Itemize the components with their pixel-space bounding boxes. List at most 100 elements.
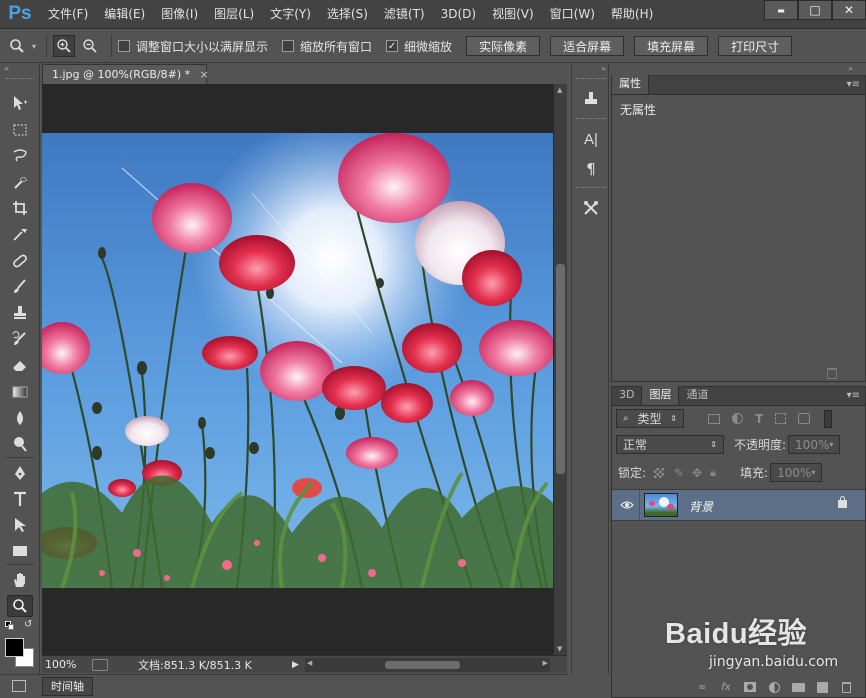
paragraph-panel-icon[interactable]: ¶ (578, 157, 604, 181)
gradient-tool-icon[interactable] (7, 381, 33, 403)
zoom-level-field[interactable]: 100% (42, 658, 92, 671)
zoom-tool-active-icon[interactable] (7, 595, 33, 617)
delete-layer-icon[interactable] (839, 680, 853, 694)
add-mask-icon[interactable] (743, 680, 757, 694)
zoom-in-icon[interactable] (53, 35, 76, 57)
fit-screen-button[interactable]: 适合屏幕 (550, 36, 625, 56)
link-layers-icon[interactable]: ∞ (695, 680, 709, 694)
swap-colors-icon[interactable]: ↺ (24, 619, 32, 630)
healing-brush-tool-icon[interactable] (7, 250, 33, 272)
adjustment-filter-icon[interactable] (732, 413, 743, 424)
zoom-all-windows-checkbox[interactable]: 缩放所有窗口 (282, 38, 372, 55)
zoom-out-icon[interactable] (79, 35, 101, 57)
checkbox-box[interactable] (118, 40, 131, 52)
layer-row[interactable]: 背景 (612, 489, 865, 521)
new-layer-icon[interactable] (815, 680, 829, 694)
smart-object-filter-icon[interactable] (798, 413, 811, 424)
tool-preset-arrow-icon[interactable]: ▾ (32, 42, 36, 51)
tab-properties[interactable]: 属性 (612, 75, 649, 94)
maximize-button[interactable]: □ (798, 0, 832, 20)
trash-icon[interactable] (827, 368, 837, 379)
blend-mode-select[interactable]: 正常 ⇕ (616, 435, 724, 454)
character-panel-icon[interactable]: A| (578, 127, 604, 151)
type-filter-icon[interactable]: T (755, 412, 763, 426)
menu-view[interactable]: 视图(V) (484, 0, 542, 29)
status-menu-arrow-icon[interactable]: ▶ (292, 660, 299, 670)
history-brush-tool-icon[interactable] (7, 328, 33, 350)
path-selection-tool-icon[interactable] (7, 514, 33, 536)
pen-tool-icon[interactable] (7, 462, 33, 484)
new-group-icon[interactable] (791, 680, 805, 694)
move-tool-icon[interactable] (7, 92, 33, 114)
menu-3d[interactable]: 3D(D) (433, 0, 484, 29)
crop-tool-icon[interactable] (7, 197, 33, 219)
timeline-icon[interactable] (12, 680, 26, 692)
panel-menu-icon[interactable]: ▾≡ (847, 390, 860, 401)
visibility-eye-icon[interactable] (620, 499, 634, 513)
eyedropper-tool-icon[interactable] (7, 223, 33, 245)
rectangle-tool-icon[interactable] (7, 540, 33, 562)
type-tool-icon[interactable] (7, 488, 33, 510)
tool-presets-icon[interactable] (578, 196, 604, 220)
lock-transparent-icon[interactable] (654, 467, 665, 478)
vertical-scrollbar[interactable]: ▲ ▼ (553, 84, 567, 655)
menu-filter[interactable]: 滤镜(T) (376, 0, 433, 29)
eraser-tool-icon[interactable] (7, 354, 33, 376)
lock-all-icon[interactable]: 🔒︎ (710, 466, 716, 480)
close-tab-icon[interactable]: × (200, 68, 209, 81)
document-tab[interactable]: 1.jpg @ 100%(RGB/8#) * × (42, 64, 209, 84)
zoom-tool-icon[interactable] (6, 35, 28, 57)
shape-filter-icon[interactable] (775, 413, 787, 424)
horizontal-scrollbar[interactable]: ◀ ▶ (304, 657, 550, 672)
blur-tool-icon[interactable] (7, 407, 33, 429)
hand-tool-icon[interactable] (7, 569, 33, 591)
chevron-down-icon[interactable]: ▾ (811, 468, 815, 477)
fill-screen-button[interactable]: 填充屏幕 (634, 36, 709, 56)
checkmark-icon[interactable]: ✓ (386, 40, 399, 52)
menu-layer[interactable]: 图层(L) (206, 0, 262, 29)
scrubby-zoom-checkbox[interactable]: ✓ 细微缩放 (386, 38, 452, 55)
menu-edit[interactable]: 编辑(E) (96, 0, 153, 29)
collapse-dock-icon[interactable]: « (601, 64, 606, 73)
resize-windows-checkbox[interactable]: 调整窗口大小以满屏显示 (118, 38, 268, 55)
tab-3d[interactable]: 3D (612, 386, 641, 405)
status-info-icon[interactable] (92, 658, 108, 671)
scroll-up-icon[interactable]: ▲ (557, 86, 562, 94)
marquee-tool-icon[interactable] (7, 119, 33, 141)
tab-channels[interactable]: 通道 (679, 386, 715, 405)
brush-tool-icon[interactable] (7, 276, 33, 298)
print-size-button[interactable]: 打印尺寸 (718, 36, 793, 56)
panel-collapse-icon[interactable]: » (4, 64, 9, 73)
panel-menu-icon[interactable]: ▾≡ (847, 79, 860, 90)
menu-file[interactable]: 文件(F) (40, 0, 96, 29)
menu-type[interactable]: 文字(Y) (262, 0, 319, 29)
filter-toggle-switch[interactable] (824, 409, 833, 428)
scroll-right-icon[interactable]: ▶ (543, 659, 548, 667)
scroll-down-icon[interactable]: ▼ (557, 645, 562, 653)
layer-filter-select[interactable]: ⌕ 类型 ⇕ (616, 409, 684, 428)
lock-brush-icon[interactable]: ✎ (674, 466, 684, 480)
menu-window[interactable]: 窗口(W) (542, 0, 603, 29)
minimize-button[interactable]: ▬ (764, 0, 798, 20)
lasso-tool-icon[interactable] (7, 145, 33, 167)
scroll-left-icon[interactable]: ◀ (307, 659, 312, 667)
right-dock-collapse-icon[interactable]: » (848, 64, 853, 73)
close-button[interactable]: ✕ (832, 0, 866, 20)
quick-select-tool-icon[interactable] (7, 172, 33, 194)
tab-layers[interactable]: 图层 (641, 386, 680, 405)
opacity-field[interactable]: 100% ▾ (788, 435, 841, 454)
pixel-filter-icon[interactable] (708, 413, 720, 424)
checkbox-box[interactable] (282, 40, 295, 52)
actual-pixels-button[interactable]: 实际像素 (466, 36, 541, 56)
clone-stamp-tool-icon[interactable] (7, 302, 33, 324)
menu-select[interactable]: 选择(S) (319, 0, 376, 29)
lock-position-icon[interactable]: ✥ (692, 466, 702, 480)
menu-image[interactable]: 图像(I) (153, 0, 206, 29)
fill-field[interactable]: 100% ▾ (770, 463, 823, 482)
layer-name[interactable]: 背景 (689, 498, 713, 515)
horizontal-scroll-thumb[interactable] (384, 660, 460, 669)
timeline-tab[interactable]: 时间轴 (42, 677, 93, 696)
foreground-color-swatch[interactable] (5, 638, 24, 657)
adjustment-layer-icon[interactable] (767, 680, 781, 694)
menu-help[interactable]: 帮助(H) (603, 0, 661, 29)
